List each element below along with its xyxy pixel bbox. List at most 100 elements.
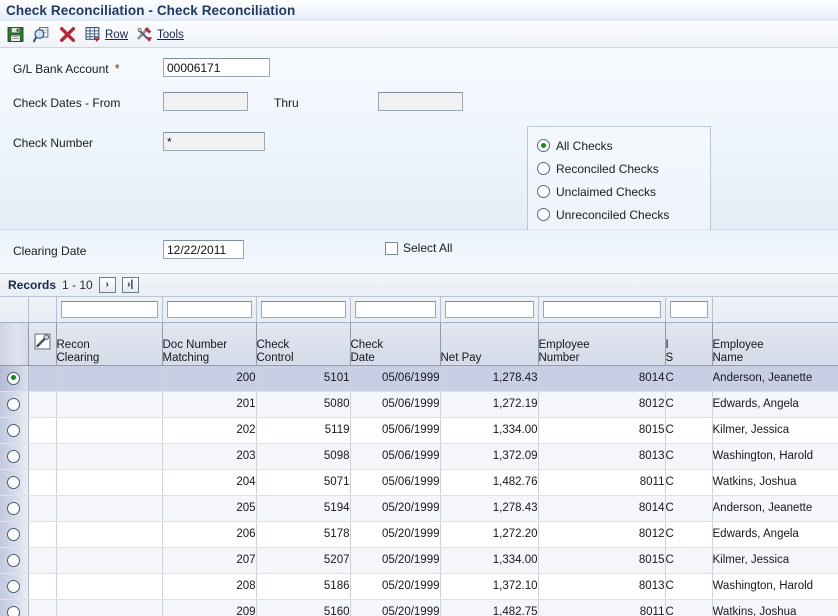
cell-check-date[interactable]: 05/20/1999 <box>350 573 441 600</box>
table-row[interactable]: 205 5194 05/20/1999 1,278.43 8014 C Anderson, … <box>0 495 838 522</box>
cell-check-control[interactable]: 5160 <box>256 599 351 616</box>
cell-is[interactable]: C <box>665 443 713 470</box>
col-header-check-control[interactable]: Check Control <box>256 322 351 366</box>
row-selector-cell[interactable] <box>0 443 29 470</box>
cell-is[interactable]: C <box>665 495 713 522</box>
cell-is[interactable]: C <box>665 469 713 496</box>
delete-button[interactable] <box>56 24 79 46</box>
row-attachment-cell[interactable] <box>28 599 57 616</box>
radio-all-checks[interactable]: All Checks <box>537 134 710 157</box>
cell-is[interactable]: C <box>665 365 713 392</box>
col-header-employee-number[interactable]: Employee Number <box>538 322 666 366</box>
table-row[interactable]: 202 5119 05/06/1999 1,334.00 8015 C Kilmer, Je… <box>0 417 838 444</box>
cell-doc-number-matching[interactable]: 207 <box>162 547 257 574</box>
cell-recon-clearing[interactable] <box>56 391 163 418</box>
radio-reconciled-checks[interactable]: Reconciled Checks <box>537 157 710 180</box>
row-selector-cell[interactable] <box>0 469 29 496</box>
col-header-net-pay[interactable]: Net Pay <box>440 322 539 366</box>
row-radio-icon[interactable] <box>7 605 21 616</box>
cell-recon-clearing[interactable] <box>56 417 163 444</box>
col-header-check-date[interactable]: Check Date <box>350 322 441 366</box>
cell-employee-number[interactable]: 8012 <box>538 521 666 548</box>
cell-employee-name[interactable]: Anderson, Jeanette <box>712 495 838 522</box>
cell-recon-clearing[interactable] <box>56 443 163 470</box>
col-header-attachment[interactable] <box>28 322 57 366</box>
cell-check-date[interactable]: 05/20/1999 <box>350 495 441 522</box>
cell-doc-number-matching[interactable]: 208 <box>162 573 257 600</box>
row-attachment-cell[interactable] <box>28 495 57 522</box>
check-dates-from-input[interactable] <box>163 92 248 111</box>
table-row[interactable]: 207 5207 05/20/1999 1,334.00 8015 C Kilmer, Je… <box>0 547 838 574</box>
row-radio-icon[interactable] <box>7 449 21 463</box>
cell-check-control[interactable]: 5194 <box>256 495 351 522</box>
qbe-input-net-pay[interactable] <box>444 300 534 318</box>
col-header-doc-number-matching[interactable]: Doc Number Matching <box>162 322 257 366</box>
clearing-date-input[interactable] <box>163 240 244 259</box>
cell-check-date[interactable]: 05/06/1999 <box>350 443 441 470</box>
table-row[interactable]: 201 5080 05/06/1999 1,272.19 8012 C Edwards, A… <box>0 391 838 418</box>
check-number-input[interactable] <box>163 132 265 151</box>
row-selector-cell[interactable] <box>0 521 29 548</box>
cell-doc-number-matching[interactable]: 206 <box>162 521 257 548</box>
cell-check-control[interactable]: 5119 <box>256 417 351 444</box>
cell-recon-clearing[interactable] <box>56 365 163 392</box>
col-header-is[interactable]: I S <box>665 322 713 366</box>
cell-net-pay[interactable]: 1,272.19 <box>440 391 539 418</box>
cell-employee-name[interactable]: Kilmer, Jessica <box>712 547 838 574</box>
row-radio-icon[interactable] <box>7 397 21 411</box>
qbe-input-employee-number[interactable] <box>542 300 661 318</box>
cell-employee-name[interactable]: Watkins, Joshua <box>712 469 838 496</box>
cell-doc-number-matching[interactable]: 202 <box>162 417 257 444</box>
qbe-input-doc-number-matching[interactable] <box>166 300 252 318</box>
cell-check-control[interactable]: 5098 <box>256 443 351 470</box>
cell-employee-number[interactable]: 8012 <box>538 391 666 418</box>
cell-employee-number[interactable]: 8014 <box>538 365 666 392</box>
row-selector-cell[interactable] <box>0 391 29 418</box>
cell-check-date[interactable]: 05/06/1999 <box>350 469 441 496</box>
last-page-button[interactable]: ›| <box>121 277 139 293</box>
cell-doc-number-matching[interactable]: 209 <box>162 599 257 616</box>
cell-check-date[interactable]: 05/20/1999 <box>350 599 441 616</box>
select-all-checkbox[interactable] <box>385 241 398 255</box>
table-row[interactable]: 209 5160 05/20/1999 1,482.75 8011 C Watkins, J… <box>0 599 838 616</box>
cell-recon-clearing[interactable] <box>56 547 163 574</box>
table-row[interactable]: 208 5186 05/20/1999 1,372.10 8013 C Washington… <box>0 573 838 600</box>
cell-check-control[interactable]: 5101 <box>256 365 351 392</box>
cell-employee-name[interactable]: Washington, Harold <box>712 573 838 600</box>
cell-employee-number[interactable]: 8011 <box>538 469 666 496</box>
row-radio-icon[interactable] <box>7 501 21 515</box>
cell-employee-name[interactable]: Watkins, Joshua <box>712 599 838 616</box>
cell-employee-number[interactable]: 8013 <box>538 443 666 470</box>
tools-menu-button[interactable]: Tools <box>134 24 187 46</box>
table-row[interactable]: 203 5098 05/06/1999 1,372.09 8013 C Washington… <box>0 443 838 470</box>
qbe-input-recon-clearing[interactable] <box>60 300 158 318</box>
row-attachment-cell[interactable] <box>28 547 57 574</box>
cell-employee-name[interactable]: Edwards, Angela <box>712 391 838 418</box>
find-button[interactable] <box>30 24 53 46</box>
row-attachment-cell[interactable] <box>28 469 57 496</box>
cell-doc-number-matching[interactable]: 200 <box>162 365 257 392</box>
cell-net-pay[interactable]: 1,482.75 <box>440 599 539 616</box>
cell-employee-name[interactable]: Edwards, Angela <box>712 521 838 548</box>
cell-check-control[interactable]: 5186 <box>256 573 351 600</box>
cell-check-control[interactable]: 5071 <box>256 469 351 496</box>
table-row[interactable]: 204 5071 05/06/1999 1,482.76 8011 C Watkins, J… <box>0 469 838 496</box>
col-header-recon-clearing[interactable]: Recon Clearing <box>56 322 163 366</box>
row-attachment-cell[interactable] <box>28 391 57 418</box>
cell-employee-name[interactable]: Kilmer, Jessica <box>712 417 838 444</box>
save-button[interactable] <box>4 24 27 46</box>
cell-is[interactable]: C <box>665 391 713 418</box>
cell-check-date[interactable]: 05/06/1999 <box>350 417 441 444</box>
row-radio-icon[interactable] <box>7 527 21 541</box>
cell-employee-number[interactable]: 8013 <box>538 573 666 600</box>
col-header-employee-name[interactable]: Employee Name <box>712 322 838 366</box>
row-attachment-cell[interactable] <box>28 573 57 600</box>
cell-employee-number[interactable]: 8011 <box>538 599 666 616</box>
cell-employee-name[interactable]: Washington, Harold <box>712 443 838 470</box>
cell-net-pay[interactable]: 1,372.09 <box>440 443 539 470</box>
cell-net-pay[interactable]: 1,372.10 <box>440 573 539 600</box>
cell-is[interactable]: C <box>665 547 713 574</box>
cell-recon-clearing[interactable] <box>56 599 163 616</box>
row-selector-cell[interactable] <box>0 495 29 522</box>
cell-check-date[interactable]: 05/06/1999 <box>350 365 441 392</box>
